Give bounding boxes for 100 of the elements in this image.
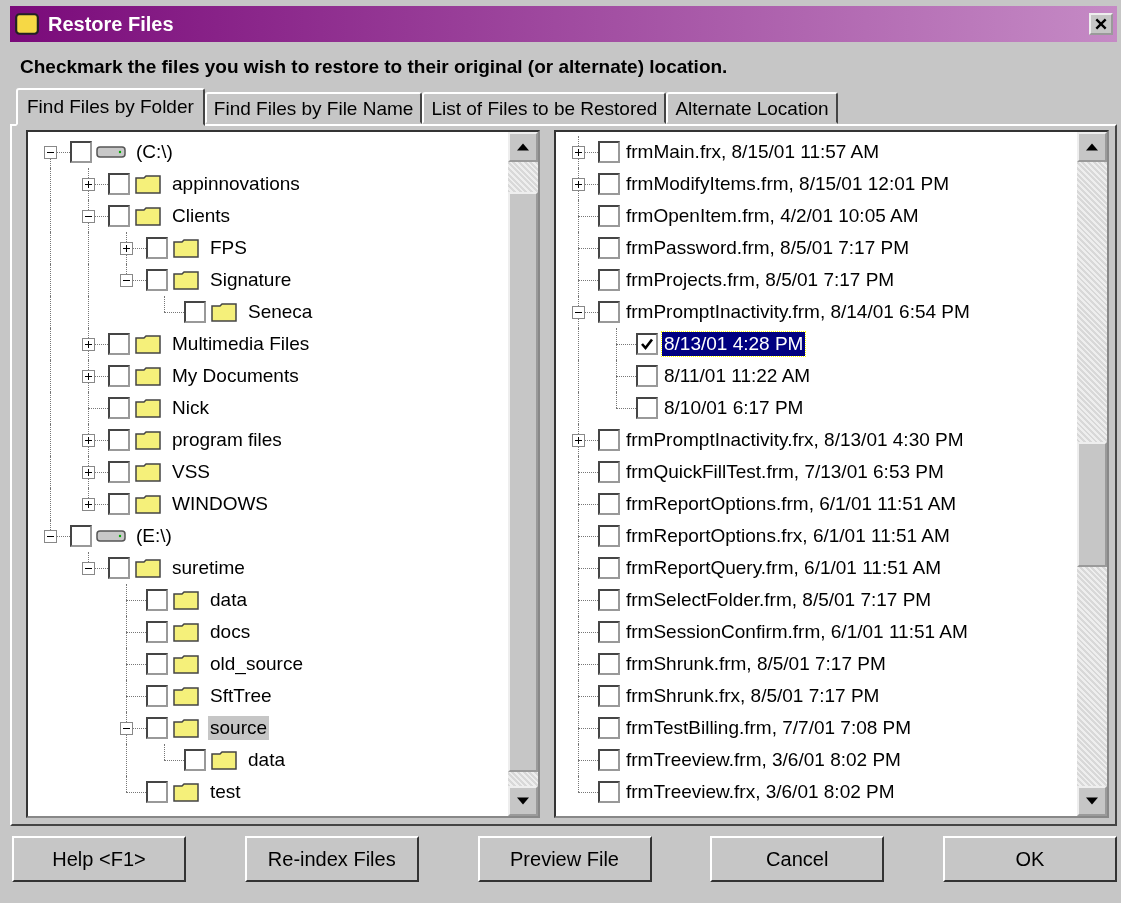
scroll-up-button[interactable]	[508, 132, 538, 162]
tree-item[interactable]: 8/11/01 11:22 AM	[662, 364, 813, 388]
checkbox[interactable]	[636, 397, 658, 419]
tree-item[interactable]: FPS	[208, 236, 249, 260]
tab[interactable]: List of Files to be Restored	[422, 92, 667, 124]
expand-toggle[interactable]	[82, 498, 95, 511]
expand-toggle[interactable]	[572, 146, 585, 159]
tree-item[interactable]: old_source	[208, 652, 305, 676]
checkbox[interactable]	[108, 557, 130, 579]
tree-item[interactable]: My Documents	[170, 364, 301, 388]
checkbox[interactable]	[108, 333, 130, 355]
tree-item[interactable]: frmTreeview.frm, 3/6/01 8:02 PM	[624, 748, 903, 772]
tree-item[interactable]: docs	[208, 620, 253, 644]
checkbox[interactable]	[598, 301, 620, 323]
checkbox[interactable]	[108, 397, 130, 419]
checkbox[interactable]	[146, 269, 168, 291]
tree-item[interactable]: Seneca	[246, 300, 315, 324]
expand-toggle[interactable]	[82, 466, 95, 479]
checkbox[interactable]	[598, 237, 620, 259]
tree-item[interactable]: frmTestBilling.frm, 7/7/01 7:08 PM	[624, 716, 914, 740]
tree-item[interactable]: frmOpenItem.frm, 4/2/01 10:05 AM	[624, 204, 921, 228]
checkbox[interactable]	[598, 557, 620, 579]
tree-item[interactable]: test	[208, 780, 243, 804]
tree-item[interactable]: (C:\)	[134, 140, 175, 164]
dialog-button[interactable]: Re-index Files	[244, 836, 419, 882]
tree-item[interactable]: 8/13/01 4:28 PM	[662, 332, 806, 356]
expand-toggle[interactable]	[82, 370, 95, 383]
tree-item[interactable]: frmPromptInactivity.frm, 8/14/01 6:54 PM	[624, 300, 972, 324]
checkbox[interactable]	[598, 749, 620, 771]
dialog-button[interactable]: Cancel	[710, 836, 885, 882]
checkbox[interactable]	[146, 653, 168, 675]
expand-toggle[interactable]	[44, 146, 57, 159]
tree-item[interactable]: data	[208, 588, 249, 612]
tree-item[interactable]: Clients	[170, 204, 233, 228]
tree-item[interactable]: frmShrunk.frm, 8/5/01 7:17 PM	[624, 652, 888, 676]
expand-toggle[interactable]	[572, 178, 585, 191]
tree-item[interactable]: frmPromptInactivity.frx, 8/13/01 4:30 PM	[624, 428, 966, 452]
close-button[interactable]	[1089, 13, 1113, 35]
checkbox[interactable]	[598, 525, 620, 547]
tree-item[interactable]: frmTreeview.frx, 3/6/01 8:02 PM	[624, 780, 897, 804]
expand-toggle[interactable]	[82, 434, 95, 447]
scroll-down-button[interactable]	[508, 786, 538, 816]
checkbox[interactable]	[636, 365, 658, 387]
checkbox[interactable]	[146, 717, 168, 739]
tree-item[interactable]: frmSessionConfirm.frm, 6/1/01 11:51 AM	[624, 620, 970, 644]
checkbox[interactable]	[70, 141, 92, 163]
checkbox[interactable]	[598, 653, 620, 675]
dialog-button[interactable]: Help <F1>	[12, 836, 186, 882]
expand-toggle[interactable]	[82, 210, 95, 223]
tree-item[interactable]: frmPassword.frm, 8/5/01 7:17 PM	[624, 236, 911, 260]
tree-item[interactable]: VSS	[170, 460, 213, 484]
scroll-up-button[interactable]	[1077, 132, 1107, 162]
checkbox[interactable]	[598, 781, 620, 803]
checkbox[interactable]	[184, 749, 206, 771]
tree-item[interactable]: Multimedia Files	[170, 332, 312, 356]
checkbox[interactable]	[598, 269, 620, 291]
expand-toggle[interactable]	[82, 178, 95, 191]
tree-item[interactable]: frmMain.frx, 8/15/01 11:57 AM	[624, 140, 882, 164]
expand-toggle[interactable]	[44, 530, 57, 543]
checkbox[interactable]	[598, 461, 620, 483]
tree-item[interactable]: data	[246, 748, 287, 772]
checkbox[interactable]	[108, 205, 130, 227]
dialog-button[interactable]: Preview File	[477, 836, 652, 882]
checkbox[interactable]	[146, 781, 168, 803]
checkbox[interactable]	[598, 717, 620, 739]
tree-item[interactable]: Nick	[170, 396, 211, 420]
tree-item[interactable]: 8/10/01 6:17 PM	[662, 396, 806, 420]
tree-item[interactable]: frmProjects.frm, 8/5/01 7:17 PM	[624, 268, 897, 292]
checkbox[interactable]	[598, 493, 620, 515]
expand-toggle[interactable]	[572, 434, 585, 447]
checkbox[interactable]	[598, 589, 620, 611]
tree-item[interactable]: frmSelectFolder.frm, 8/5/01 7:17 PM	[624, 588, 934, 612]
checkbox[interactable]	[598, 621, 620, 643]
scroll-down-button[interactable]	[1077, 786, 1107, 816]
checkbox[interactable]	[146, 589, 168, 611]
tab[interactable]: Find Files by Folder	[16, 88, 205, 126]
checkbox[interactable]	[598, 205, 620, 227]
checkbox[interactable]	[146, 621, 168, 643]
tree-item[interactable]: Signature	[208, 268, 294, 292]
checkbox[interactable]	[598, 173, 620, 195]
tree-item[interactable]: frmShrunk.frx, 8/5/01 7:17 PM	[624, 684, 882, 708]
checkbox[interactable]	[70, 525, 92, 547]
tree-item[interactable]: (E:\)	[134, 524, 174, 548]
tree-item[interactable]: suretime	[170, 556, 247, 580]
tab[interactable]: Find Files by File Name	[204, 92, 423, 124]
tree-item[interactable]: source	[208, 716, 270, 740]
checkbox[interactable]	[598, 141, 620, 163]
tree-item[interactable]: WINDOWS	[170, 492, 271, 516]
scroll-thumb[interactable]	[508, 192, 538, 772]
checkbox[interactable]	[108, 365, 130, 387]
tree-item[interactable]: frmModifyItems.frm, 8/15/01 12:01 PM	[624, 172, 952, 196]
checkbox[interactable]	[108, 461, 130, 483]
checkbox[interactable]	[184, 301, 206, 323]
checkbox[interactable]	[108, 493, 130, 515]
scroll-thumb[interactable]	[1077, 442, 1107, 567]
checkbox[interactable]	[598, 685, 620, 707]
tree-item[interactable]: appinnovations	[170, 172, 302, 196]
expand-toggle[interactable]	[82, 338, 95, 351]
checkbox[interactable]	[146, 685, 168, 707]
tree-item[interactable]: frmQuickFillTest.frm, 7/13/01 6:53 PM	[624, 460, 946, 484]
